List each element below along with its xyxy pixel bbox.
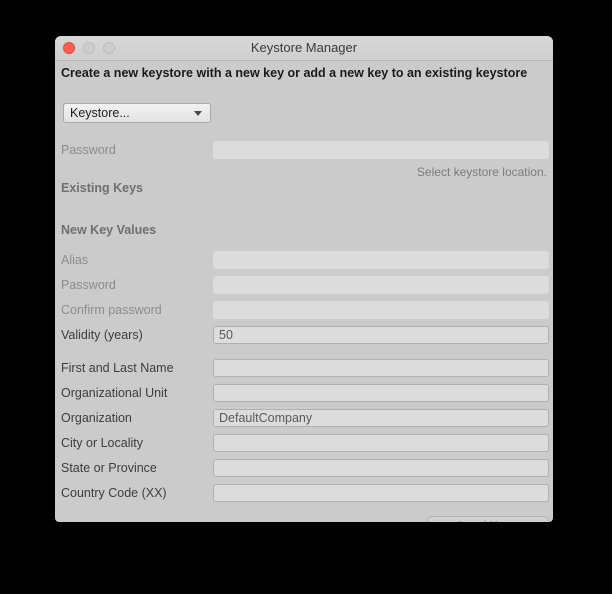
field-row-alias: Alias — [55, 249, 553, 271]
field-input-organizational-unit[interactable] — [213, 384, 549, 402]
chevron-down-icon — [194, 111, 202, 116]
field-label-alias: Alias — [61, 253, 89, 267]
keystore-manager-window: Keystore Manager Create a new keystore w… — [55, 36, 553, 522]
field-input-alias[interactable] — [213, 251, 549, 269]
field-input-validity[interactable]: 50 — [213, 326, 549, 344]
keystore-password-row: Password — [55, 139, 553, 161]
keystore-select[interactable]: Keystore... — [63, 103, 211, 123]
field-row-organization: Organization DefaultCompany — [55, 407, 553, 429]
window-content: Create a new keystore with a new key or … — [55, 61, 553, 522]
window-title: Keystore Manager — [250, 40, 358, 55]
keystore-password-input[interactable] — [213, 141, 549, 159]
window-titlebar: Keystore Manager — [55, 36, 553, 61]
field-input-confirm-password[interactable] — [213, 301, 549, 319]
keystore-select-value: Keystore... — [70, 106, 130, 120]
field-label-confirm-password: Confirm password — [61, 303, 162, 317]
field-input-country-code[interactable] — [213, 484, 549, 502]
field-row-validity: Validity (years) 50 — [55, 324, 553, 346]
status-hint: Select keystore location. — [416, 165, 547, 179]
field-input-password[interactable] — [213, 276, 549, 294]
field-label-city-or-locality: City or Locality — [61, 436, 143, 450]
field-row-password: Password — [55, 274, 553, 296]
field-row-confirm-password: Confirm password — [55, 299, 553, 321]
keystore-password-label: Password — [61, 143, 116, 157]
field-label-state-or-province: State or Province — [61, 461, 157, 475]
field-input-city-or-locality[interactable] — [213, 434, 549, 452]
field-label-first-and-last-name: First and Last Name — [61, 361, 174, 375]
field-input-first-and-last-name[interactable] — [213, 359, 549, 377]
field-row-organizational-unit: Organizational Unit — [55, 382, 553, 404]
field-label-password: Password — [61, 278, 116, 292]
field-label-organizational-unit: Organizational Unit — [61, 386, 168, 400]
field-row-city-or-locality: City or Locality — [55, 432, 553, 454]
load-keys-button[interactable]: Load Keys — [427, 516, 549, 522]
field-label-country-code: Country Code (XX) — [61, 486, 167, 500]
section-heading-new-key-values: New Key Values — [61, 223, 157, 237]
page-title: Create a new keystore with a new key or … — [61, 66, 528, 80]
field-label-organization: Organization — [61, 411, 132, 425]
field-label-validity: Validity (years) — [61, 328, 143, 342]
field-input-organization[interactable]: DefaultCompany — [213, 409, 549, 427]
field-row-country-code: Country Code (XX) — [55, 482, 553, 504]
field-row-first-and-last-name: First and Last Name — [55, 357, 553, 379]
field-row-state-or-province: State or Province — [55, 457, 553, 479]
field-input-state-or-province[interactable] — [213, 459, 549, 477]
section-heading-existing-keys: Existing Keys — [61, 181, 143, 195]
